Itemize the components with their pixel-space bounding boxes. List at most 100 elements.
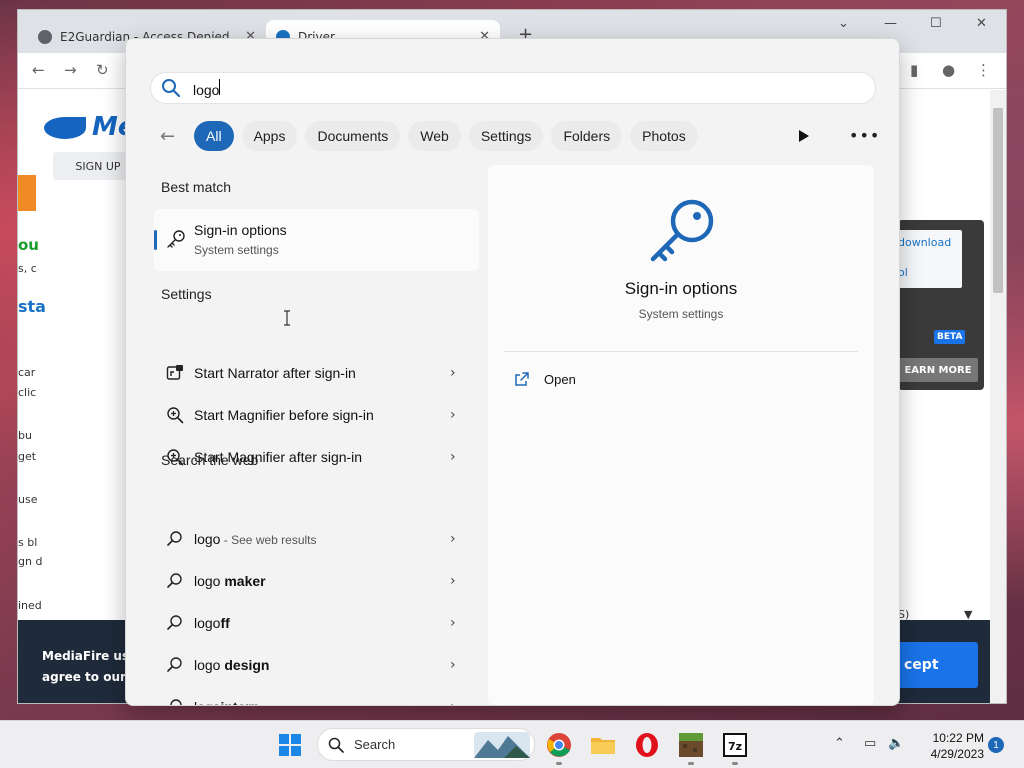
- 7zip-icon[interactable]: 7z: [722, 732, 748, 758]
- web-item-label: logo design: [194, 657, 270, 673]
- opera-icon[interactable]: [634, 732, 660, 758]
- filter-row: ← All Apps Documents Web Settings Folder…: [160, 119, 706, 153]
- search-input[interactable]: logo: [193, 78, 793, 98]
- web-item-label: logo - See web results: [194, 531, 317, 547]
- page-text-fragment: ou: [18, 236, 39, 254]
- section-title-best-match: Best match: [161, 179, 232, 195]
- filter-photos[interactable]: Photos: [630, 121, 698, 151]
- chevron-right-icon[interactable]: ›: [450, 531, 456, 547]
- learn-more-button[interactable]: EARN MORE: [898, 358, 978, 382]
- best-match-item[interactable]: Sign-in options System settings: [154, 209, 479, 271]
- divider: [504, 351, 858, 352]
- web-item-label: logoff: [194, 615, 230, 631]
- narrator-icon: [166, 365, 183, 380]
- page-text-fragment: use: [18, 493, 38, 506]
- chevron-right-icon[interactable]: ›: [450, 449, 456, 465]
- search-icon: [167, 657, 182, 672]
- web-item-logointern[interactable]: logointern ›: [154, 689, 479, 705]
- filter-settings[interactable]: Settings: [468, 121, 544, 151]
- filter-apps[interactable]: Apps: [241, 121, 298, 151]
- preview-pane: Sign-in options System settings Open: [488, 165, 874, 705]
- taskbar: Search 7z ⌃ ▭ 🔈 10:22 PM 4/29/2023 1: [0, 720, 1024, 768]
- key-icon: [167, 230, 185, 248]
- page-text-fragment: gn d: [18, 555, 43, 568]
- chevron-right-icon[interactable]: ›: [450, 699, 456, 705]
- search-highlight-image: [474, 732, 530, 758]
- flame-icon: [44, 116, 86, 139]
- clock-time: 10:22 PM: [932, 731, 984, 745]
- side-panel-icon[interactable]: ▮: [910, 61, 918, 79]
- chevron-right-icon[interactable]: ›: [450, 573, 456, 589]
- system-clock[interactable]: 10:22 PM 4/29/2023: [914, 730, 984, 762]
- settings-item-label: Start Magnifier before sign-in: [194, 407, 374, 423]
- running-indicator: [732, 762, 738, 765]
- best-match-title: Sign-in options: [194, 222, 287, 238]
- running-indicator: [556, 762, 562, 765]
- back-icon[interactable]: ←: [32, 61, 45, 79]
- filter-documents[interactable]: Documents: [305, 121, 401, 151]
- filter-web[interactable]: Web: [408, 121, 461, 151]
- menu-icon[interactable]: ⋮: [976, 61, 991, 79]
- section-title-search-web: Search the web: [161, 452, 259, 468]
- running-indicator: [688, 762, 694, 765]
- open-label: Open: [544, 371, 576, 387]
- notification-badge[interactable]: 1: [988, 737, 1004, 753]
- play-icon[interactable]: [798, 129, 810, 143]
- volume-icon[interactable]: 🔈: [888, 736, 904, 751]
- open-action[interactable]: Open: [514, 371, 576, 387]
- minimize-icon[interactable]: —: [884, 16, 897, 31]
- clock-date: 4/29/2023: [930, 747, 984, 761]
- web-item-logoff[interactable]: logoff ›: [154, 605, 479, 641]
- filter-all[interactable]: All: [194, 121, 234, 151]
- chevron-right-icon[interactable]: ›: [450, 615, 456, 631]
- chevron-up-icon[interactable]: ⌃: [834, 736, 845, 751]
- web-item-logo[interactable]: logo - See web results ›: [154, 521, 479, 557]
- search-box[interactable]: logo: [150, 72, 876, 104]
- chevron-right-icon[interactable]: ›: [450, 365, 456, 381]
- chevron-right-icon[interactable]: ›: [450, 657, 456, 673]
- windows-search-panel: logo ← All Apps Documents Web Settings F…: [125, 38, 900, 706]
- key-icon: [650, 199, 714, 262]
- chevron-right-icon[interactable]: ›: [450, 407, 456, 423]
- windows-start-icon[interactable]: [279, 734, 301, 756]
- page-scrollbar[interactable]: [990, 90, 1006, 703]
- globe-icon: [38, 29, 52, 44]
- svg-text:7z: 7z: [728, 740, 742, 753]
- web-item-label: logo maker: [194, 573, 266, 589]
- accept-cookies-button[interactable]: cept: [898, 642, 978, 688]
- settings-item-magnifier-before[interactable]: Start Magnifier before sign-in ›: [154, 397, 479, 433]
- profile-icon[interactable]: ●: [942, 61, 955, 79]
- web-item-logo-maker[interactable]: logo maker ›: [154, 563, 479, 599]
- filter-folders[interactable]: Folders: [551, 121, 623, 151]
- back-arrow-icon[interactable]: ←: [160, 126, 184, 147]
- text-caret: [219, 78, 221, 95]
- scroll-thumb[interactable]: [993, 108, 1003, 293]
- chrome-icon[interactable]: [546, 732, 572, 758]
- section-title-settings: Settings: [161, 286, 212, 302]
- page-text-fragment: ined: [18, 599, 42, 612]
- text-cursor-icon: [284, 310, 290, 326]
- open-external-icon: [515, 372, 529, 386]
- download-link[interactable]: download: [898, 236, 951, 249]
- file-explorer-icon[interactable]: [590, 732, 616, 758]
- chevron-down-icon[interactable]: ⌄: [838, 16, 849, 31]
- taskbar-search[interactable]: Search: [317, 728, 535, 761]
- preview-subtitle: System settings: [638, 307, 724, 321]
- web-item-logo-design[interactable]: logo design ›: [154, 647, 479, 683]
- more-options-icon[interactable]: •••: [849, 126, 880, 145]
- settings-item-narrator[interactable]: Start Narrator after sign-in ›: [154, 355, 479, 391]
- search-icon: [167, 573, 182, 588]
- forward-icon[interactable]: →: [64, 61, 77, 79]
- maximize-icon[interactable]: ☐: [930, 16, 942, 31]
- taskbar-search-label: Search: [354, 737, 396, 752]
- network-icon[interactable]: ▭: [864, 736, 876, 751]
- selection-indicator: [154, 230, 157, 250]
- page-text-fragment: s, c: [18, 262, 37, 275]
- magnifier-icon: [167, 407, 184, 424]
- close-window-icon[interactable]: ✕: [976, 16, 987, 31]
- search-icon: [167, 615, 182, 630]
- minecraft-icon[interactable]: [678, 732, 704, 758]
- reload-icon[interactable]: ↻: [96, 61, 109, 79]
- settings-item-label: Start Narrator after sign-in: [194, 365, 356, 381]
- mediafire-logo[interactable]: Me: [44, 112, 136, 142]
